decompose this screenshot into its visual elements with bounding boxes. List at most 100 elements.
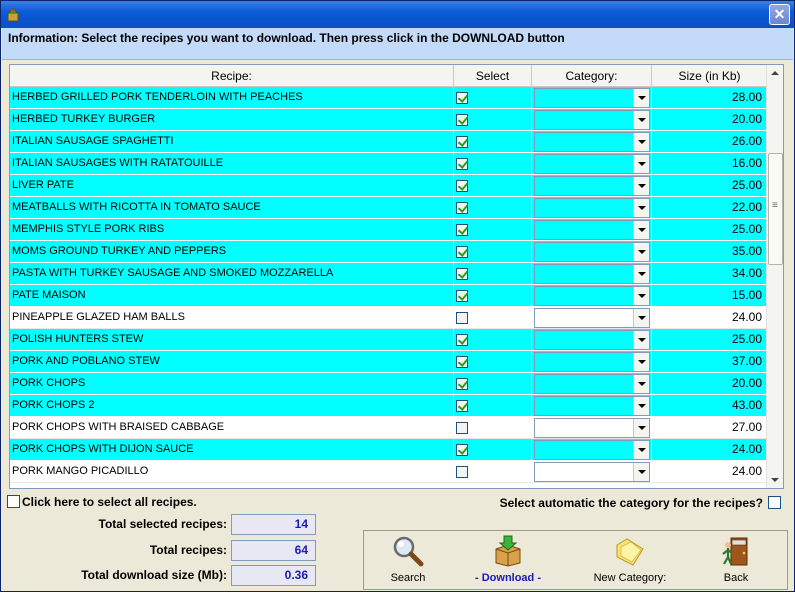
chevron-down-icon[interactable] [633,89,649,107]
chevron-down-icon[interactable] [633,309,649,327]
select-all-label[interactable]: Click here to select all recipes. [22,495,197,509]
auto-category-label[interactable]: Select automatic the category for the re… [500,496,763,510]
category-dropdown[interactable] [534,242,650,262]
category-dropdown[interactable] [534,418,650,438]
download-button[interactable]: - Download - [464,535,552,587]
chevron-down-icon[interactable] [633,419,649,437]
close-button[interactable]: ✕ [769,4,790,25]
select-checkbox[interactable] [456,334,468,346]
scroll-down-icon[interactable] [767,472,783,488]
select-checkbox[interactable] [456,268,468,280]
select-checkbox[interactable] [456,312,468,324]
table-row[interactable]: PORK CHOPS WITH BRAISED CABBAGE 27.00 [10,417,767,439]
category-dropdown[interactable] [534,132,650,152]
select-checkbox[interactable] [456,180,468,192]
select-checkbox[interactable] [456,202,468,214]
select-checkbox[interactable] [456,290,468,302]
table-row[interactable]: HERBED TURKEY BURGER 20.00 [10,109,767,131]
column-divider [453,351,454,372]
app-icon [7,7,19,22]
table-row[interactable]: PINEAPPLE GLAZED HAM BALLS 24.00 [10,307,767,329]
chevron-down-icon[interactable] [633,265,649,283]
table-row[interactable]: MEMPHIS STYLE PORK RIBS 25.00 [10,219,767,241]
chevron-down-icon[interactable] [633,177,649,195]
recipe-size: 26.00 [731,134,762,148]
chevron-down-icon[interactable] [633,111,649,129]
select-checkbox[interactable] [456,356,468,368]
category-dropdown[interactable] [534,176,650,196]
column-header-size[interactable]: Size (in Kb) [652,65,767,87]
category-dropdown[interactable] [534,154,650,174]
chevron-down-icon[interactable] [633,397,649,415]
chevron-down-icon[interactable] [633,221,649,239]
select-checkbox[interactable] [456,400,468,412]
new-category-button[interactable]: New Category: [582,535,678,587]
chevron-down-icon[interactable] [633,353,649,371]
category-dropdown[interactable] [534,264,650,284]
column-header-recipe[interactable]: Recipe: [10,65,454,87]
category-dropdown[interactable] [534,440,650,460]
select-checkbox[interactable] [456,224,468,236]
table-row[interactable]: PATE MAISON 15.00 [10,285,767,307]
vertical-scrollbar[interactable] [766,65,783,488]
recipe-size: 25.00 [731,332,762,346]
chevron-down-icon[interactable] [633,287,649,305]
category-dropdown[interactable] [534,330,650,350]
table-row[interactable]: MOMS GROUND TURKEY AND PEPPERS 35.00 [10,241,767,263]
recipe-name: ITALIAN SAUSAGE SPAGHETTI [12,135,174,147]
category-dropdown[interactable] [534,286,650,306]
chevron-down-icon[interactable] [633,243,649,261]
scroll-up-icon[interactable] [767,65,783,81]
category-dropdown[interactable] [534,374,650,394]
chevron-down-icon[interactable] [633,133,649,151]
table-row[interactable]: PORK AND POBLANO STEW 37.00 [10,351,767,373]
table-row[interactable]: MEATBALLS WITH RICOTTA IN TOMATO SAUCE 22… [10,197,767,219]
category-dropdown[interactable] [534,198,650,218]
category-dropdown[interactable] [534,88,650,108]
column-header-select[interactable]: Select [454,65,532,87]
category-dropdown[interactable] [534,110,650,130]
category-dropdown[interactable] [534,462,650,482]
table-row[interactable]: PORK CHOPS WITH DIJON SAUCE 24.00 [10,439,767,461]
table-row[interactable]: LIVER PATE 25.00 [10,175,767,197]
title-bar[interactable]: ✕ [1,1,794,28]
scroll-thumb[interactable] [768,153,783,265]
table-row[interactable]: PORK CHOPS 2 43.00 [10,395,767,417]
select-checkbox[interactable] [456,444,468,456]
table-row[interactable]: PASTA WITH TURKEY SAUSAGE AND SMOKED MOZ… [10,263,767,285]
chevron-down-icon[interactable] [633,463,649,481]
chevron-down-icon[interactable] [633,199,649,217]
select-checkbox[interactable] [456,246,468,258]
select-checkbox[interactable] [456,466,468,478]
column-divider [531,439,532,460]
recipe-size: 34.00 [731,266,762,280]
select-checkbox[interactable] [456,136,468,148]
column-header-category[interactable]: Category: [532,65,652,87]
category-dropdown[interactable] [534,308,650,328]
table-row[interactable]: ITALIAN SAUSAGES WITH RATATOUILLE 16.00 [10,153,767,175]
category-dropdown[interactable] [534,220,650,240]
category-dropdown[interactable] [534,396,650,416]
select-checkbox[interactable] [456,378,468,390]
table-row[interactable]: HERBED GRILLED PORK TENDERLOIN WITH PEAC… [10,87,767,109]
column-divider [531,109,532,130]
category-dropdown[interactable] [534,352,650,372]
recipe-grid: Recipe: Select Category: Size (in Kb) HE… [9,64,784,489]
select-checkbox[interactable] [456,92,468,104]
table-row[interactable]: ITALIAN SAUSAGE SPAGHETTI 26.00 [10,131,767,153]
select-all-checkbox[interactable] [7,495,20,508]
table-row[interactable]: PORK MANGO PICADILLO 24.00 [10,461,767,483]
select-checkbox[interactable] [456,422,468,434]
chevron-down-icon[interactable] [633,375,649,393]
chevron-down-icon[interactable] [633,331,649,349]
table-row[interactable]: PORK CHOPS 20.00 [10,373,767,395]
select-checkbox[interactable] [456,158,468,170]
search-button[interactable]: Search [376,535,440,587]
search-label: Search [390,572,426,584]
chevron-down-icon[interactable] [633,155,649,173]
chevron-down-icon[interactable] [633,441,649,459]
auto-category-checkbox[interactable] [768,496,781,509]
back-button[interactable]: Back [706,535,766,587]
select-checkbox[interactable] [456,114,468,126]
table-row[interactable]: POLISH HUNTERS STEW 25.00 [10,329,767,351]
